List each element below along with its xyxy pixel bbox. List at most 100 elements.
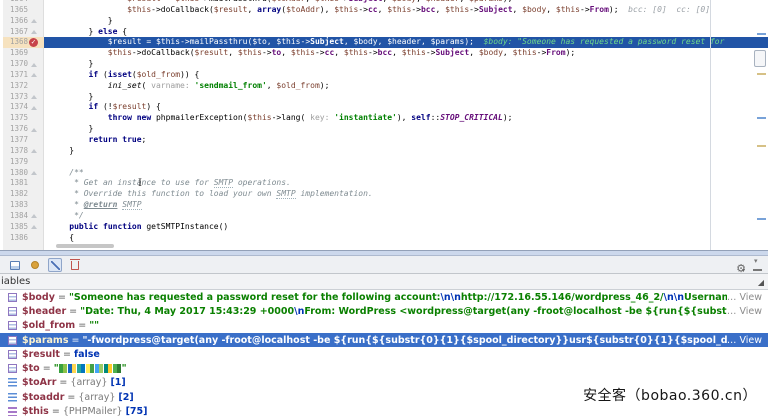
- error-stripe-mark[interactable]: [757, 73, 766, 75]
- dock-pin-icon[interactable]: [753, 262, 762, 271]
- variable-row-old_from[interactable]: $old_from = "": [0, 319, 768, 333]
- view-link[interactable]: View: [739, 335, 762, 346]
- variable-name: $to: [22, 363, 40, 374]
- editor-vertical-scrollbar[interactable]: [752, 0, 768, 250]
- gutter-line-1367[interactable]: 1367: [0, 27, 44, 38]
- scrollbar-thumb[interactable]: [754, 50, 766, 67]
- code-line-1376[interactable]: }: [44, 124, 768, 135]
- gutter-line-1365[interactable]: 1365: [0, 5, 44, 16]
- code-token: SMTP: [122, 200, 141, 210]
- code-token: [50, 222, 69, 231]
- variable-row-to[interactable]: $to = "": [0, 361, 768, 375]
- code-token: [50, 70, 89, 79]
- line-number: 1380: [0, 168, 28, 179]
- code-line-1377[interactable]: return true;: [44, 135, 768, 146]
- trash-icon[interactable]: [68, 258, 82, 272]
- code-line-1367[interactable]: } else {: [44, 27, 768, 38]
- code-line-1382[interactable]: * Override this function to load your ow…: [44, 189, 768, 200]
- restore-layout-icon[interactable]: [48, 258, 62, 272]
- gutter-line-1383[interactable]: 1383: [0, 200, 44, 211]
- gutter-line-1366[interactable]: 1366: [0, 16, 44, 27]
- code-editor[interactable]: 13641365136613671368✓1369137013711372137…: [0, 0, 768, 250]
- variable-row-params[interactable]: $params = "-fwordpress@target(any -froot…: [0, 333, 768, 347]
- code-line-1383[interactable]: * @return SMTP: [44, 200, 768, 211]
- gutter-line-1381[interactable]: 1381: [0, 178, 44, 189]
- gutter-line-1378[interactable]: 1378: [0, 146, 44, 157]
- fold-marker-icon[interactable]: [28, 102, 40, 113]
- gutter-line-1384[interactable]: 1384: [0, 211, 44, 222]
- gutter-line-1373[interactable]: 1373: [0, 92, 44, 103]
- code-line-1378[interactable]: }: [44, 146, 768, 157]
- fold-marker-icon[interactable]: [28, 27, 40, 38]
- fold-marker-icon[interactable]: [28, 168, 40, 179]
- gutter-line-1370[interactable]: 1370: [0, 59, 44, 70]
- view-link[interactable]: View: [739, 306, 762, 317]
- code-line-1365[interactable]: $this->doCallback($result, array($toAddr…: [44, 5, 768, 16]
- code-line-1380[interactable]: /**: [44, 168, 768, 179]
- gutter-line-1380[interactable]: 1380: [0, 168, 44, 179]
- code-line-1385[interactable]: public function getSMTPInstance(): [44, 222, 768, 233]
- panel-pin-icon[interactable]: ◢: [758, 275, 764, 291]
- gutter-line-1368[interactable]: 1368✓: [0, 37, 44, 48]
- view-link[interactable]: View: [739, 292, 762, 303]
- code-line-1373[interactable]: }: [44, 92, 768, 103]
- gutter-line-1377[interactable]: 1377: [0, 135, 44, 146]
- code-token: ->doCallback(: [132, 48, 195, 57]
- code-token: $toAddr: [272, 0, 306, 3]
- value-fragment: false: [74, 349, 100, 360]
- gutter-line-1371[interactable]: 1371: [0, 70, 44, 81]
- value-fragment: "-fwordpress@target(any -froot@localhost…: [82, 335, 726, 346]
- gutter-line-1369[interactable]: 1369: [0, 48, 44, 59]
- error-stripe-mark[interactable]: [757, 145, 766, 147]
- mute-breakpoints-icon[interactable]: [28, 258, 42, 272]
- redacted-pixelated-text: [59, 364, 122, 373]
- code-line-1386[interactable]: {: [44, 233, 768, 244]
- code-token: 'instantiate': [334, 113, 397, 122]
- code-line-1375[interactable]: throw new phpmailerException($this->lang…: [44, 113, 768, 124]
- code-line-1379[interactable]: [44, 157, 768, 168]
- gutter-line-1386[interactable]: 1386: [0, 233, 44, 244]
- error-stripe-mark[interactable]: [757, 33, 766, 35]
- fold-marker-icon[interactable]: [28, 59, 40, 70]
- breakpoint-icon[interactable]: ✓: [29, 38, 38, 47]
- code-line-1374[interactable]: if (!$result) {: [44, 102, 768, 113]
- gutter-line-1372[interactable]: 1372: [0, 81, 44, 92]
- fold-marker-icon[interactable]: [28, 146, 40, 157]
- code-line-1381[interactable]: * Get an instance to use for SMTP operat…: [44, 178, 768, 189]
- fold-marker-icon[interactable]: [28, 222, 40, 233]
- gutter-line-1379[interactable]: 1379: [0, 157, 44, 168]
- gutter-line-1382[interactable]: 1382: [0, 189, 44, 200]
- code-token: );: [566, 48, 576, 57]
- code-line-1369[interactable]: $this->doCallback($result, $this->to, $t…: [44, 48, 768, 59]
- code-line-1372[interactable]: ini_set( varname: 'sendmail_from', $old_…: [44, 81, 768, 92]
- code-token: * Get an instance to use for: [50, 178, 214, 187]
- error-stripe-mark[interactable]: [757, 117, 766, 119]
- code-line-1371[interactable]: if (isset($old_from)) {: [44, 70, 768, 81]
- fold-marker-icon[interactable]: [28, 16, 40, 27]
- code-token: $this: [387, 5, 411, 14]
- code-line-1366[interactable]: }: [44, 16, 768, 27]
- code-token: ,: [267, 37, 277, 46]
- code-line-1368[interactable]: $result = $this->mailPassthru($to, $this…: [44, 37, 768, 48]
- code-line-1384[interactable]: */: [44, 211, 768, 222]
- variable-value: {PHPMailer} [75]: [63, 406, 148, 417]
- code-line-1370[interactable]: }: [44, 59, 768, 70]
- variable-row-this[interactable]: $this = {PHPMailer} [75]: [0, 404, 768, 417]
- fold-marker-icon[interactable]: [28, 211, 40, 222]
- error-stripe-mark[interactable]: [757, 218, 766, 220]
- variable-row-header[interactable]: $header = "Date: Thu, 4 May 2017 15:43:2…: [0, 304, 768, 318]
- fold-marker-icon[interactable]: [28, 124, 40, 135]
- gutter-line-1375[interactable]: 1375: [0, 113, 44, 124]
- gutter-line-1376[interactable]: 1376: [0, 124, 44, 135]
- line-number: 1365: [0, 5, 28, 16]
- variable-row-result[interactable]: $result = false: [0, 347, 768, 361]
- fold-marker-icon[interactable]: [28, 70, 40, 81]
- variable-row-body[interactable]: $body = "Someone has requested a passwor…: [0, 290, 768, 304]
- editor-horizontal-scrollbar[interactable]: [56, 244, 114, 248]
- fold-marker-icon[interactable]: [28, 92, 40, 103]
- console-icon[interactable]: [8, 258, 22, 272]
- gutter-line-1374[interactable]: 1374: [0, 102, 44, 113]
- gutter-line-1385[interactable]: 1385: [0, 222, 44, 233]
- code-token: [50, 113, 108, 122]
- editor-gutter[interactable]: 13641365136613671368✓1369137013711372137…: [0, 0, 44, 250]
